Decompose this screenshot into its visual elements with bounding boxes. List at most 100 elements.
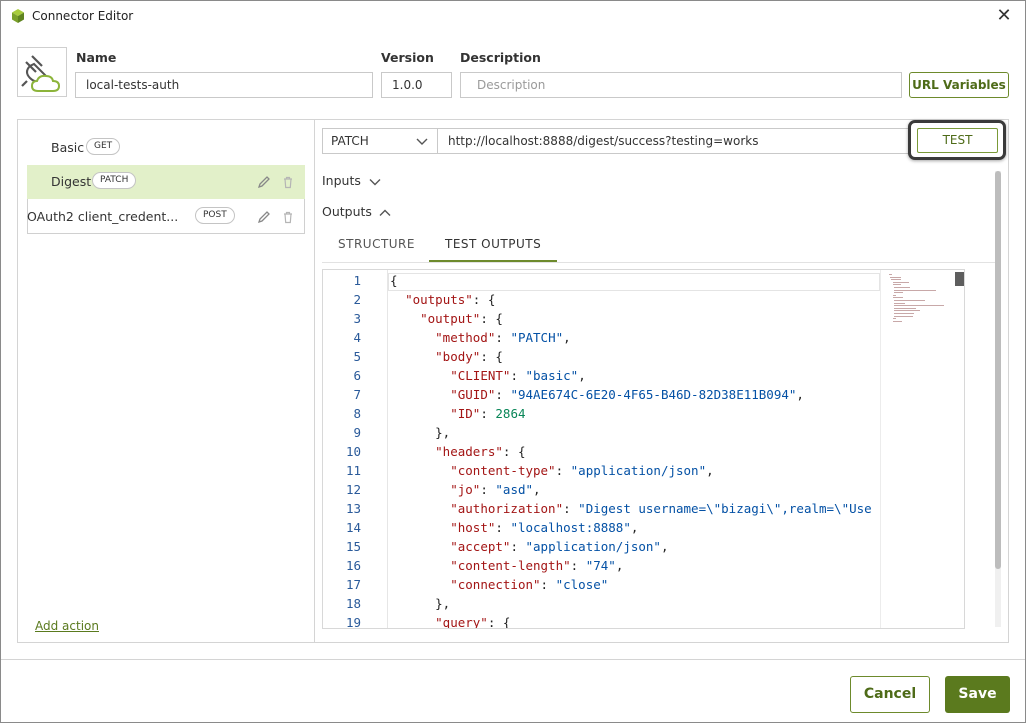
line-number: 4	[353, 330, 361, 345]
name-input[interactable]: local-tests-auth	[75, 72, 373, 98]
action-item-digest[interactable]: Digest PATCH	[27, 165, 305, 199]
minimap-line	[893, 289, 937, 291]
pencil-icon[interactable]	[257, 175, 271, 189]
outputs-scrollbar[interactable]	[995, 171, 1001, 627]
plug-cloud-icon[interactable]	[17, 47, 67, 97]
code-token: : {	[487, 615, 511, 629]
outputs-toggle[interactable]: Outputs	[322, 204, 391, 219]
code-line: "authorization": "Digest username=\"biza…	[390, 501, 871, 516]
code-token: "content-type"	[450, 463, 556, 478]
tab-test-outputs[interactable]: TEST OUTPUTS	[445, 237, 541, 251]
code-token: "jo"	[450, 482, 481, 497]
trash-icon[interactable]	[281, 210, 295, 224]
code-token: "94AE674C-6E20-4F65-B46D-82D38E11B094"	[510, 387, 797, 402]
line-number: 9	[353, 425, 361, 440]
code-token: "output"	[420, 311, 481, 326]
action-name: Digest	[51, 174, 92, 189]
action-name: Basic	[51, 140, 85, 155]
code-line: "content-type": "application/json",	[390, 463, 713, 478]
cube-icon	[12, 9, 24, 23]
code-token: : {	[502, 444, 526, 459]
code-line: "body": {	[390, 349, 503, 364]
code-token: :	[570, 558, 586, 573]
code-line: "jo": "asd",	[390, 482, 540, 497]
line-number: 15	[345, 539, 361, 554]
save-button[interactable]: Save	[945, 676, 1010, 713]
tab-structure[interactable]: STRUCTURE	[338, 237, 415, 251]
code-line: },	[390, 596, 450, 611]
line-number: 11	[345, 463, 361, 478]
minimap[interactable]	[880, 270, 956, 628]
code-token: "content-length"	[450, 558, 571, 573]
add-action-link[interactable]: Add action	[35, 619, 99, 633]
version-input[interactable]: 1.0.0	[381, 72, 452, 98]
line-number: 18	[345, 596, 361, 611]
action-item-oauth2[interactable]: OAuth2 client_credent... POST	[27, 199, 305, 234]
code-line: "host": "localhost:8888",	[390, 520, 638, 535]
close-icon[interactable]: ✕	[993, 5, 1015, 27]
minimap-line	[893, 300, 926, 301]
method-select[interactable]: PATCH	[322, 128, 438, 154]
trash-icon[interactable]	[281, 175, 295, 189]
code-token: "asd"	[495, 482, 534, 497]
code-token: "GUID"	[450, 387, 496, 402]
minimap-line	[889, 274, 892, 275]
minimap-line	[893, 305, 945, 307]
line-number: 16	[345, 558, 361, 573]
code-token: "basic"	[525, 368, 579, 383]
line-number-gutter: 1 2 3 4 5 6 7 8 9 10 11 12 13 14 15 16 17 18 19	[323, 270, 388, 628]
code-line: {	[390, 273, 398, 288]
code-token: "close"	[555, 577, 609, 592]
json-output-editor[interactable]: 1 2 3 4 5 6 7 8 9 10 11 12 13 14 15 16 17 18 19 { "outputs…	[322, 269, 965, 629]
title-bar: Connector Editor ✕	[1, 1, 1025, 33]
minimap-line	[893, 313, 915, 314]
inputs-label: Inputs	[322, 173, 361, 188]
code-token: "ID"	[450, 406, 481, 421]
test-button[interactable]: TEST	[917, 128, 998, 153]
method-badge: PATCH	[92, 172, 137, 189]
action-item-basic[interactable]: Basic GET	[27, 131, 305, 165]
inputs-toggle[interactable]: Inputs	[322, 173, 381, 188]
code-token: "application/json"	[570, 463, 707, 478]
outputs-scrollbar-thumb[interactable]	[995, 171, 1001, 569]
code-line: "headers": {	[390, 444, 525, 459]
tabs-divider	[322, 262, 996, 263]
outputs-label: Outputs	[322, 204, 372, 219]
line-number: 3	[353, 311, 361, 326]
minimap-line	[893, 307, 917, 309]
code-token: :	[480, 482, 496, 497]
description-input[interactable]: Description	[460, 72, 902, 98]
minimap-line	[892, 294, 896, 296]
code-token: "outputs"	[405, 292, 473, 307]
code-token: : {	[472, 292, 496, 307]
code-line: "connection": "close"	[390, 577, 608, 592]
editor-scroll-thumb[interactable]	[955, 272, 964, 286]
code-line: "GUID": "94AE674C-6E20-4F65-B46D-82D38E1…	[390, 387, 804, 402]
code-token: ,	[578, 368, 586, 383]
minimap-line	[892, 297, 904, 299]
code-token: "method"	[435, 330, 496, 345]
url-variables-button[interactable]: URL Variables	[909, 72, 1009, 98]
code-token: :	[510, 539, 526, 554]
code-token: "CLIENT"	[450, 368, 511, 383]
cancel-button[interactable]: Cancel	[850, 676, 930, 713]
code-token: :	[563, 501, 579, 516]
code-line: "content-length": "74",	[390, 558, 623, 573]
url-input[interactable]: http://localhost:8888/digest/success?tes…	[438, 128, 909, 154]
code-token: "authorization"	[450, 501, 564, 516]
method-badge: GET	[86, 138, 121, 155]
code-token: "connection"	[450, 577, 541, 592]
chevron-down-icon	[369, 179, 381, 186]
version-label: Version	[381, 50, 434, 65]
pencil-icon[interactable]	[257, 210, 271, 224]
footer-divider	[1, 659, 1025, 660]
code-token: ,	[660, 539, 669, 554]
